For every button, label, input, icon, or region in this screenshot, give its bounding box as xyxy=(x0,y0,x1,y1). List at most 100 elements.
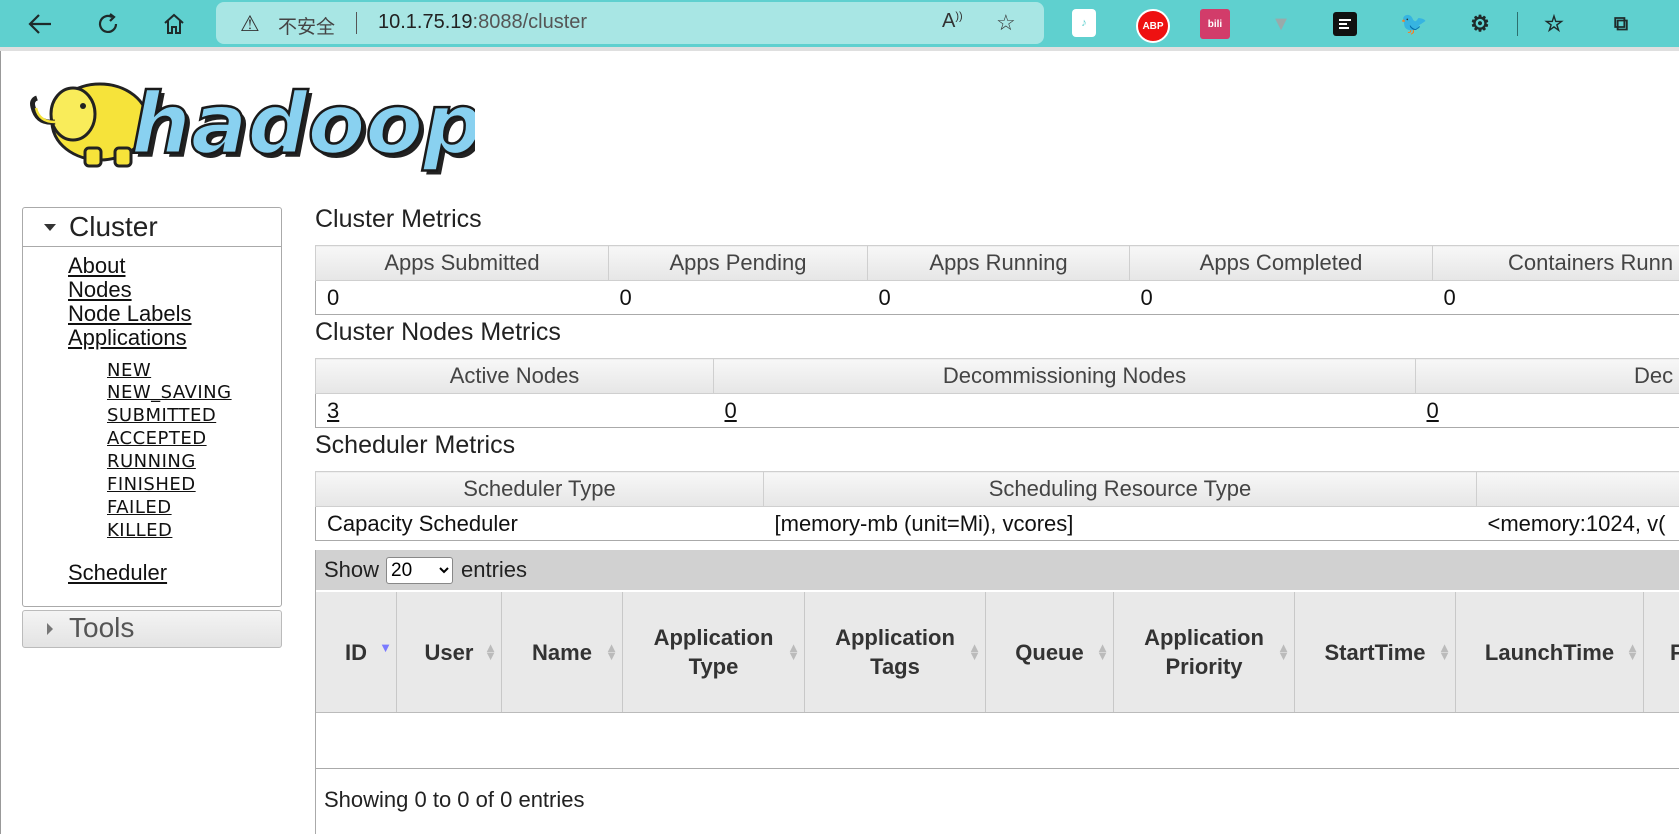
sort-desc-icon: ▼ xyxy=(379,640,392,655)
value-decommissioned-nodes[interactable]: 0 xyxy=(1415,393,1679,428)
nav-about[interactable]: About xyxy=(68,253,126,279)
scheduler-metrics-title: Scheduler Metrics xyxy=(315,431,516,459)
nav-state-killed[interactable]: KILLED xyxy=(107,520,172,541)
nav-state-new[interactable]: NEW xyxy=(107,360,151,381)
value-scheduler-type: Capacity Scheduler xyxy=(315,506,764,541)
svg-text:hadoop: hadoop xyxy=(131,75,475,173)
address-bar[interactable]: ⚠ 不安全 10.1.75.19:8088/cluster A)) ☆ xyxy=(216,2,1044,44)
column-user[interactable]: User ▲ ▼ xyxy=(397,592,502,712)
show-label: Show xyxy=(324,557,380,582)
value-apps-completed: 0 xyxy=(1129,280,1433,315)
column-finishtime[interactable]: F xyxy=(1644,592,1679,712)
header-active-nodes: Active Nodes xyxy=(315,358,714,394)
value-apps-running: 0 xyxy=(867,280,1130,315)
extensions-icon[interactable]: ⚙ xyxy=(1465,9,1495,39)
cluster-metrics-table: Apps Submitted Apps Pending Apps Running… xyxy=(315,245,1679,315)
bird-extension-icon[interactable]: 🐦 xyxy=(1399,9,1429,39)
sort-icon: ▲ ▼ xyxy=(484,640,497,663)
scheduler-metrics-table: Scheduler Type Scheduling Resource Type … xyxy=(315,471,1679,541)
sort-icon: ▲ ▼ xyxy=(1277,640,1290,663)
applications-table-header: ID ▼ User ▲ ▼ Name ▲ ▼ Application Type ▲ ▼ App… xyxy=(316,592,1679,713)
cluster-metrics-title: Cluster Metrics xyxy=(315,205,482,233)
page-border xyxy=(0,51,1,834)
nav-scheduler[interactable]: Scheduler xyxy=(68,560,167,586)
nav-nodes[interactable]: Nodes xyxy=(68,277,132,303)
header-apps-pending: Apps Pending xyxy=(608,245,868,281)
nav-state-running[interactable]: RUNNING xyxy=(107,451,196,472)
nav-state-accepted[interactable]: ACCEPTED xyxy=(107,428,207,449)
header-minimum-allocation xyxy=(1476,471,1679,507)
sort-icon: ▲ ▼ xyxy=(605,640,618,663)
header-scheduler-type: Scheduler Type xyxy=(315,471,764,507)
toolbar-shadow xyxy=(0,47,1679,51)
sort-icon: ▲ ▼ xyxy=(968,640,981,663)
header-containers-running: Containers Runn xyxy=(1432,245,1679,281)
nav-state-submitted[interactable]: SUBMITTED xyxy=(107,405,216,426)
value-containers-running: 0 xyxy=(1432,280,1679,315)
favorites-icon[interactable]: ☆ xyxy=(1539,9,1569,39)
page-size-select[interactable]: 20 xyxy=(386,557,453,584)
header-apps-running: Apps Running xyxy=(867,245,1130,281)
table-info: Showing 0 to 0 of 0 entries xyxy=(324,787,585,812)
adblock-icon[interactable]: ABP xyxy=(1136,9,1170,43)
value-decommissioning-nodes[interactable]: 0 xyxy=(713,393,1416,428)
collections-icon[interactable]: ⧉ xyxy=(1606,9,1636,39)
header-decommissioned-nodes: Dec xyxy=(1415,358,1679,394)
security-label: 不安全 xyxy=(278,16,336,38)
cluster-panel-header[interactable]: Cluster xyxy=(23,208,281,247)
url-text[interactable]: 10.1.75.19:8088/cluster xyxy=(378,11,587,34)
hadoop-logo: hadoop hadoop xyxy=(30,74,475,177)
column-name[interactable]: Name ▲ ▼ xyxy=(502,592,623,712)
bilibili-icon[interactable]: bili xyxy=(1200,9,1230,39)
tools-panel-title: Tools xyxy=(69,612,135,643)
cluster-panel-title: Cluster xyxy=(69,211,158,242)
sort-icon: ▲ ▼ xyxy=(787,640,800,663)
value-apps-submitted: 0 xyxy=(315,280,609,315)
back-icon[interactable] xyxy=(22,0,58,47)
collapsed-triangle-icon xyxy=(47,623,53,635)
refresh-icon[interactable] xyxy=(90,0,126,47)
add-favorite-icon[interactable]: ☆ xyxy=(996,10,1016,36)
pdf-extension-icon[interactable]: ♪ xyxy=(1072,9,1096,37)
column-queue[interactable]: Queue ▲ ▼ xyxy=(986,592,1114,712)
sort-icon: ▲ ▼ xyxy=(1096,640,1109,663)
column-launchtime[interactable]: LaunchTime ▲ ▼ xyxy=(1456,592,1644,712)
applications-table: Show 20 entries ID ▼ User ▲ ▼ Name ▲ ▼ Applic… xyxy=(315,550,1679,834)
nodes-metrics-table: Active Nodes Decommissioning Nodes Dec 3… xyxy=(315,358,1679,428)
column-application-type[interactable]: Application Type ▲ ▼ xyxy=(623,592,805,712)
value-active-nodes[interactable]: 3 xyxy=(315,393,714,428)
empty-table-body xyxy=(316,713,1679,769)
column-id[interactable]: ID ▼ xyxy=(316,592,397,712)
vue-devtools-icon[interactable]: ▼ xyxy=(1266,9,1296,39)
read-aloud-icon[interactable]: A)) xyxy=(942,10,963,33)
toolbar-divider xyxy=(1517,12,1518,36)
column-starttime[interactable]: StartTime ▲ ▼ xyxy=(1295,592,1456,712)
nav-applications[interactable]: Applications xyxy=(68,325,187,351)
sort-icon: ▲ ▼ xyxy=(1438,640,1451,663)
header-apps-completed: Apps Completed xyxy=(1129,245,1433,281)
column-application-tags[interactable]: Application Tags ▲ ▼ xyxy=(805,592,986,712)
reader-icon[interactable] xyxy=(1333,12,1357,36)
home-icon[interactable] xyxy=(156,0,192,47)
nav-state-failed[interactable]: FAILED xyxy=(107,497,172,518)
table-length-bar: Show 20 entries xyxy=(316,550,1679,590)
divider xyxy=(356,12,357,34)
value-minimum-allocation: <memory:1024, v( xyxy=(1476,506,1679,541)
nav-node-labels[interactable]: Node Labels xyxy=(68,301,192,327)
warning-icon: ⚠ xyxy=(240,11,260,36)
sort-icon: ▲ ▼ xyxy=(1626,640,1639,663)
cluster-panel: Cluster About Nodes Node Labels Applicat… xyxy=(22,207,282,607)
value-apps-pending: 0 xyxy=(608,280,868,315)
nodes-metrics-title: Cluster Nodes Metrics xyxy=(315,318,561,346)
expand-triangle-icon xyxy=(44,224,56,231)
entries-label: entries xyxy=(461,557,528,582)
tools-panel-header[interactable]: Tools xyxy=(22,610,282,648)
nav-state-new-saving[interactable]: NEW_SAVING xyxy=(107,382,232,403)
header-decommissioning-nodes: Decommissioning Nodes xyxy=(713,358,1416,394)
value-scheduling-resource-type: [memory-mb (unit=Mi), vcores] xyxy=(763,506,1477,541)
header-apps-submitted: Apps Submitted xyxy=(315,245,609,281)
column-application-priority[interactable]: Application Priority ▲ ▼ xyxy=(1114,592,1295,712)
nav-state-finished[interactable]: FINISHED xyxy=(107,474,196,495)
header-scheduling-resource-type: Scheduling Resource Type xyxy=(763,471,1477,507)
browser-toolbar: ⚠ 不安全 10.1.75.19:8088/cluster A)) ☆ ♪ AB… xyxy=(0,0,1679,47)
